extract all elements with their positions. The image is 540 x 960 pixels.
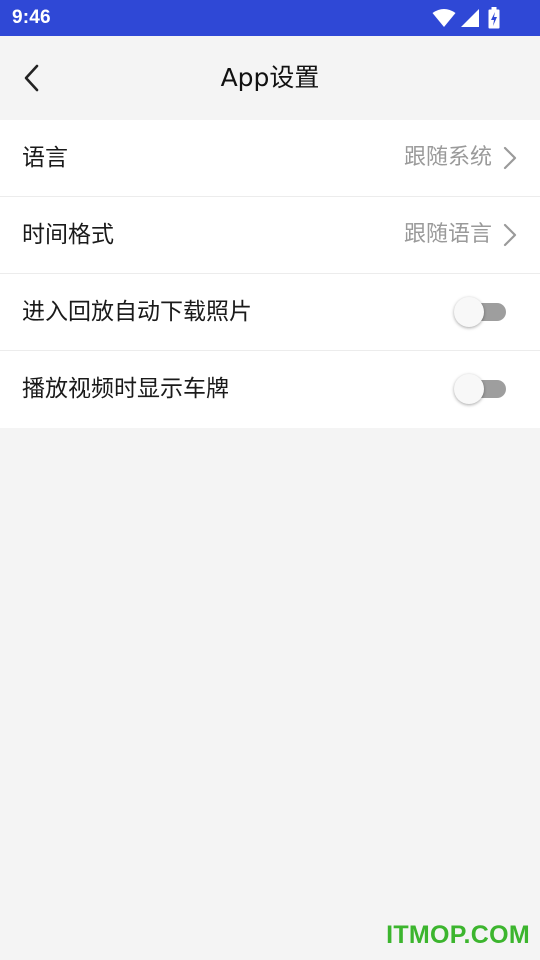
settings-list: 语言 跟随系统 时间格式 跟随语言 进入回放自动下载照片 播放视频时显示车牌 <box>0 120 540 428</box>
setting-time-format-value: 跟随语言 <box>403 222 492 247</box>
status-time: 9:46 <box>12 7 51 28</box>
setting-time-format-label: 时间格式 <box>22 222 114 248</box>
setting-language-value: 跟随系统 <box>403 145 492 170</box>
setting-language-label: 语言 <box>22 145 68 171</box>
app-header: App设置 <box>0 36 540 120</box>
setting-show-plate-label: 播放视频时显示车牌 <box>22 376 229 402</box>
toggle-knob <box>454 374 484 404</box>
watermark: ITMOP.COM <box>386 921 530 949</box>
setting-auto-download-photos-label: 进入回放自动下载照片 <box>22 299 252 325</box>
setting-show-plate: 播放视频时显示车牌 <box>0 351 540 428</box>
cell-signal-icon <box>460 8 480 28</box>
setting-time-format[interactable]: 时间格式 跟随语言 <box>0 197 540 274</box>
status-bar: 9:46 <box>0 0 540 36</box>
show-plate-toggle[interactable] <box>454 374 506 404</box>
auto-download-photos-toggle[interactable] <box>454 297 506 327</box>
chevron-right-icon <box>503 146 517 170</box>
setting-language[interactable]: 语言 跟随系统 <box>0 120 540 197</box>
setting-auto-download-photos: 进入回放自动下载照片 <box>0 274 540 351</box>
page-title: App设置 <box>220 63 320 92</box>
battery-charging-icon <box>488 7 500 29</box>
chevron-right-icon <box>503 223 517 247</box>
status-icons <box>432 7 500 29</box>
wifi-icon <box>432 8 456 28</box>
toggle-knob <box>454 297 484 327</box>
